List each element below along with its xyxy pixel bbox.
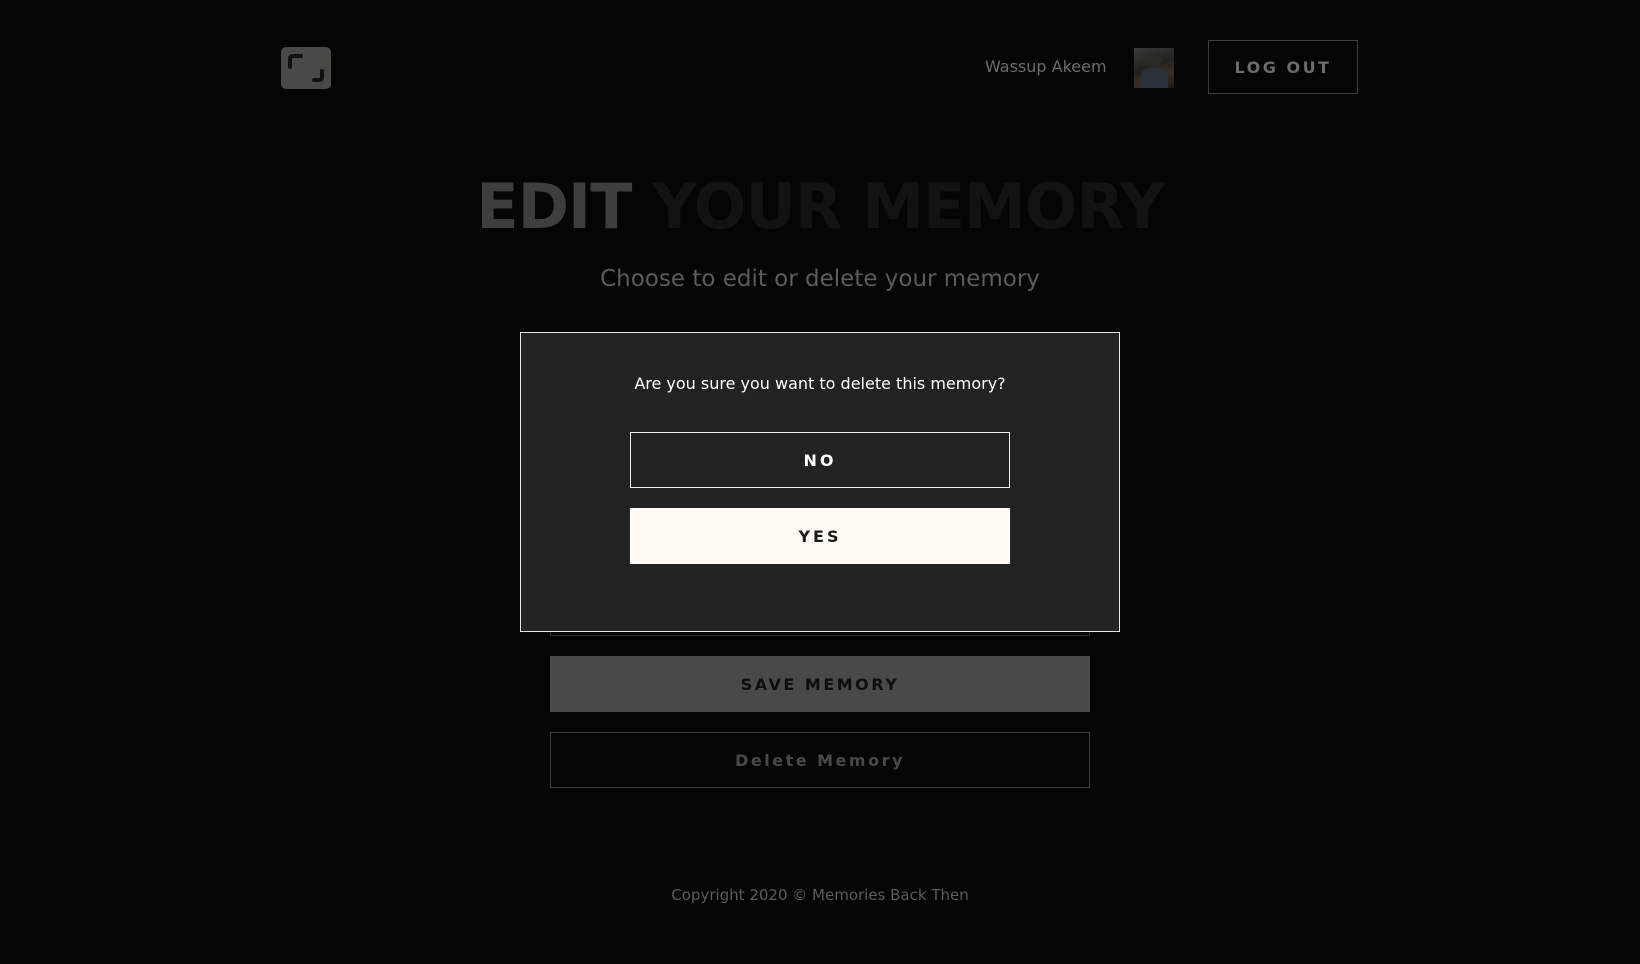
footer-copyright: Copyright 2020 © Memories Back Then bbox=[671, 886, 969, 904]
app-logo-icon[interactable] bbox=[281, 47, 331, 89]
user-avatar[interactable] bbox=[1134, 48, 1174, 88]
avatar-head bbox=[1147, 54, 1161, 68]
no-button[interactable]: NO bbox=[630, 432, 1010, 488]
page-title: EDIT YOUR MEMORY bbox=[0, 170, 1640, 243]
page: Wassup Akeem LOG OUT EDIT YOUR MEMORY Ch… bbox=[0, 0, 1640, 964]
save-memory-button[interactable]: SAVE MEMORY bbox=[550, 656, 1090, 712]
logout-button[interactable]: LOG OUT bbox=[1208, 40, 1358, 94]
user-greeting: Wassup Akeem bbox=[985, 57, 1107, 76]
page-title-part2: YOUR MEMORY bbox=[652, 170, 1165, 243]
page-subtitle: Choose to edit or delete your memory bbox=[600, 266, 1040, 292]
avatar-body bbox=[1140, 68, 1168, 88]
page-title-part1: EDIT bbox=[476, 170, 632, 243]
confirm-delete-modal: Are you sure you want to delete this mem… bbox=[520, 332, 1120, 632]
modal-message: Are you sure you want to delete this mem… bbox=[634, 374, 1006, 393]
yes-button[interactable]: YES bbox=[630, 508, 1010, 564]
delete-memory-button[interactable]: Delete Memory bbox=[550, 732, 1090, 788]
